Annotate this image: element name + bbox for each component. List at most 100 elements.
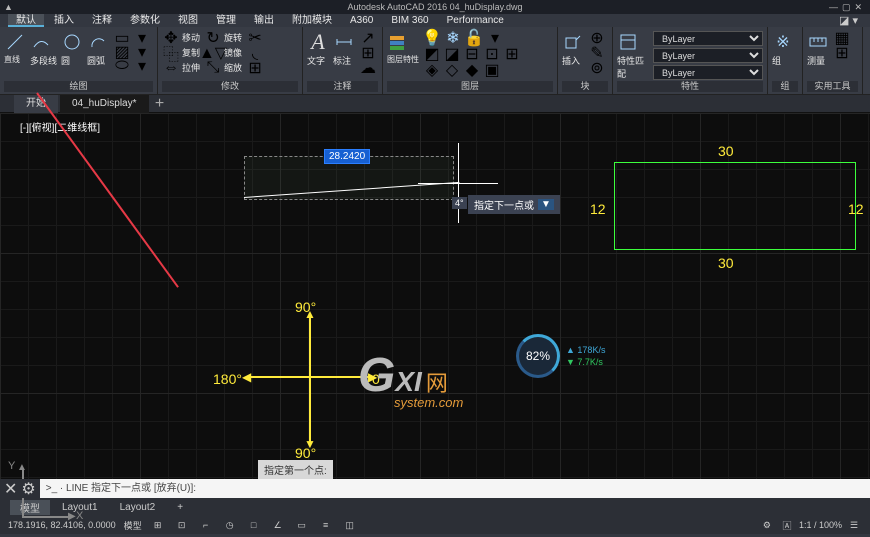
snap-toggle-icon[interactable]: ⊡ (174, 518, 190, 532)
command-tooltip: 指定下一点或 ▼ (468, 195, 560, 214)
attr-icon[interactable]: ⊚ (588, 61, 606, 75)
layer-icon-3[interactable]: ⊟ (463, 47, 481, 61)
color-combo[interactable]: ByLayer (653, 31, 763, 46)
tab-view[interactable]: 视图 (170, 14, 206, 27)
annoscale-icon[interactable]: 🄰 (779, 518, 795, 532)
layer-props-tool[interactable] (387, 31, 409, 53)
ribbon-collapse-icon[interactable]: ◪ ▾ (839, 14, 858, 27)
tab-output[interactable]: 输出 (246, 14, 282, 27)
dyn-toggle-icon[interactable]: ▭ (294, 518, 310, 532)
command-input[interactable]: >_ · LINE 指定下一点或 [放弃(U)]: (40, 479, 870, 498)
workspace-icon[interactable]: ⚙ (759, 518, 775, 532)
layer-icon-5[interactable]: ⊞ (503, 47, 521, 61)
minimize-icon[interactable]: — (829, 0, 838, 14)
layer-icon-8[interactable]: ◆ (463, 63, 481, 77)
scale-icon[interactable]: ⤡ (204, 61, 222, 75)
dropdown-icon[interactable]: ▾ (133, 59, 151, 73)
calc-icon[interactable]: ⊞ (833, 46, 851, 60)
panel-title-block[interactable]: 块 (562, 81, 608, 92)
tab-bim360[interactable]: BIM 360 (383, 14, 436, 27)
array-icon[interactable]: ⊞ (246, 61, 264, 75)
panel-title-group[interactable]: 组 (772, 81, 798, 92)
polar-toggle-icon[interactable]: ◷ (222, 518, 238, 532)
cloud-icon[interactable]: ☁ (359, 61, 377, 75)
layer-icon-7[interactable]: ◇ (443, 63, 461, 77)
dynamic-distance-input[interactable]: 28.2420 (324, 149, 370, 164)
freeze-icon[interactable]: ❄ (444, 31, 462, 45)
maximize-icon[interactable]: ▢ (842, 0, 851, 14)
circle-tool[interactable] (61, 31, 83, 53)
transparency-toggle-icon[interactable]: ◫ (342, 518, 358, 532)
line-tool[interactable] (4, 31, 26, 53)
layout-2[interactable]: Layout2 (110, 502, 166, 513)
arc-label: 圆弧 (87, 54, 109, 67)
layout-model[interactable]: 模型 (10, 500, 50, 515)
layer-icon-2[interactable]: ◪ (443, 47, 461, 61)
angle-180: 180° (213, 371, 242, 387)
layer-dropdown-icon[interactable]: ▾ (486, 31, 504, 45)
app-title: Autodesk AutoCAD 2016 04_huDisplay.dwg (348, 2, 523, 12)
tab-insert[interactable]: 插入 (46, 14, 82, 27)
grid-toggle-icon[interactable]: ⊞ (150, 518, 166, 532)
zoom-readout[interactable]: 1:1 / 100% (799, 520, 842, 530)
panel-props: 特性匹配 ByLayer ByLayer ByLayer 特性 (613, 27, 768, 94)
bulb-icon[interactable]: 💡 (423, 31, 441, 45)
doc-tab-current[interactable]: 04_huDisplay* (60, 95, 149, 113)
osnap-toggle-icon[interactable]: □ (246, 518, 262, 532)
layer-icon-6[interactable]: ◈ (423, 63, 441, 77)
otrack-toggle-icon[interactable]: ∠ (270, 518, 286, 532)
ellipse-tool[interactable]: ⬭ (113, 59, 131, 73)
dimension-tool[interactable] (333, 31, 355, 53)
panel-title-layers[interactable]: 图层 (387, 81, 553, 92)
tab-default[interactable]: 默认 (8, 14, 44, 27)
panel-title-utility[interactable]: 实用工具 (807, 81, 858, 92)
tooltip-dropdown-icon[interactable]: ▼ (538, 199, 554, 210)
layout-add-icon[interactable]: + (167, 502, 193, 513)
new-tab-icon[interactable]: + (151, 95, 169, 113)
drawing-viewport[interactable]: [-][俯视][二维线框] 28.2420 4° 指定下一点或 ▼ 30 30 … (0, 113, 870, 498)
cmd-close-icon[interactable]: ✕ (4, 479, 17, 499)
tab-annotate[interactable]: 注释 (84, 14, 120, 27)
layer-icon-1[interactable]: ◩ (423, 47, 441, 61)
copy-icon[interactable]: ⿻ (162, 46, 180, 60)
coords-readout[interactable]: 178.1916, 82.4106, 0.0000 (8, 520, 116, 530)
tab-a360[interactable]: A360 (342, 14, 381, 27)
panel-title-draw[interactable]: 绘图 (4, 81, 153, 92)
arc-tool[interactable] (87, 31, 109, 53)
tab-parametric[interactable]: 参数化 (122, 14, 168, 27)
panel-modify: ✥移动 ⿻复制 ⇔拉伸 ↻旋转 ▲▽镜像 ⤡缩放 ✂ ◟ ⊞ 修改 (158, 27, 303, 94)
close-icon[interactable]: ✕ (854, 0, 862, 14)
measure-tool[interactable] (807, 31, 829, 53)
tab-addons[interactable]: 附加模块 (284, 14, 340, 27)
panel-title-modify[interactable]: 修改 (162, 81, 298, 92)
ortho-toggle-icon[interactable]: ⌐ (198, 518, 214, 532)
props-tool[interactable] (617, 31, 639, 53)
window-controls: — ▢ ✕ (829, 0, 862, 14)
tab-manage[interactable]: 管理 (208, 14, 244, 27)
layer-icon-4[interactable]: ⊡ (483, 47, 501, 61)
tab-performance[interactable]: Performance (439, 14, 512, 27)
polyline-tool[interactable] (30, 31, 52, 53)
command-line: ✕ ⚙ >_ · LINE 指定下一点或 [放弃(U)]: (0, 479, 870, 498)
lock-icon[interactable]: 🔓 (465, 31, 483, 45)
linetype-combo[interactable]: ByLayer (653, 65, 763, 80)
panel-group: ※组 组 (768, 27, 803, 94)
mirror-label: 镜像 (224, 46, 242, 60)
panel-title-props[interactable]: 特性 (617, 81, 763, 92)
line-label: 直线 (4, 54, 26, 65)
dim-top: 30 (718, 143, 734, 159)
text-tool[interactable]: A (307, 31, 329, 53)
layer-icon-9[interactable]: ▣ (483, 63, 501, 77)
stretch-icon[interactable]: ⇔ (162, 61, 180, 75)
panel-title-annotate[interactable]: 注释 (307, 81, 378, 92)
insert-block-tool[interactable] (562, 31, 584, 53)
lineweight-combo[interactable]: ByLayer (653, 48, 763, 63)
doc-tab-start[interactable]: 开始 (14, 95, 58, 113)
ribbon: 直线 多段线 圆 圆弧 ▭▾ ▨▾ ⬭▾ 绘图 (0, 27, 870, 95)
cmd-customize-icon[interactable]: ⚙ (21, 479, 35, 499)
customize-status-icon[interactable]: ☰ (846, 518, 862, 532)
lineweight-toggle-icon[interactable]: ≡ (318, 518, 334, 532)
space-indicator[interactable]: 模型 (124, 519, 142, 532)
group-tool[interactable]: ※ (772, 31, 794, 53)
mirror-icon[interactable]: ▲▽ (204, 46, 222, 60)
